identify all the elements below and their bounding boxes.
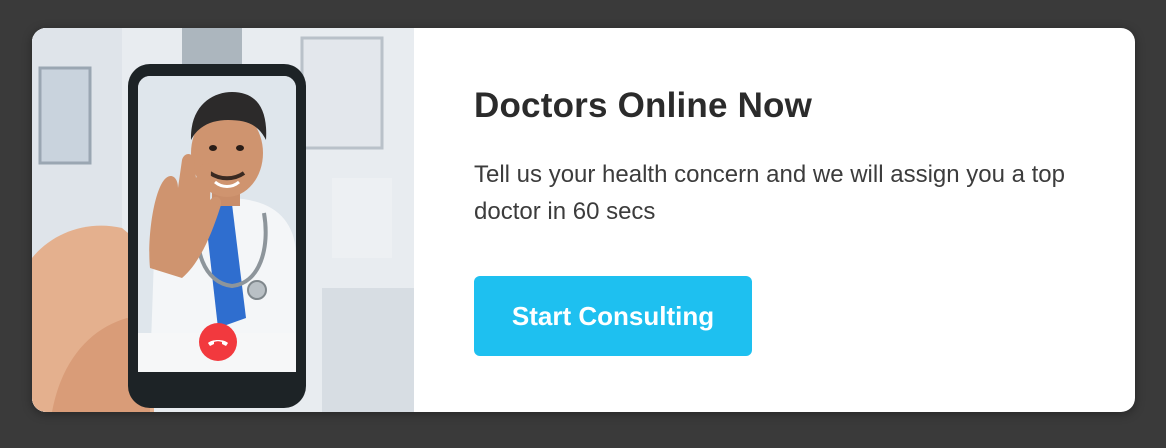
- phone-hangup-icon[interactable]: [198, 322, 238, 362]
- start-consulting-button[interactable]: Start Consulting: [474, 276, 752, 356]
- consult-banner-card: Doctors Online Now Tell us your health c…: [32, 28, 1135, 412]
- banner-title: Doctors Online Now: [474, 86, 813, 125]
- video-call-photo: [32, 28, 414, 412]
- banner-description: Tell us your health concern and we will …: [474, 161, 1065, 225]
- banner-content: Doctors Online Now Tell us your health c…: [474, 28, 1135, 412]
